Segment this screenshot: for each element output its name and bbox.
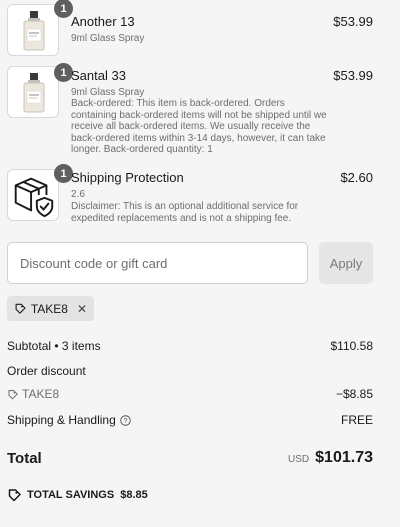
apply-button[interactable]: Apply	[319, 242, 373, 284]
item-name: Another 13	[71, 14, 135, 29]
savings-value: $8.85	[120, 489, 148, 501]
perfume-bottle-image	[23, 73, 45, 113]
perfume-bottle-image	[23, 11, 45, 51]
discount-code-label: TAKE8	[30, 301, 68, 316]
tag-icon	[15, 303, 26, 314]
total-value: $101.73	[315, 449, 373, 466]
currency-code: USD	[288, 454, 310, 465]
remove-discount-icon[interactable]: ✕	[77, 302, 87, 316]
item-variant: 9ml Glass Spray	[71, 87, 145, 98]
product-thumbnail	[7, 4, 59, 56]
tag-icon	[8, 389, 18, 399]
savings-label: TOTAL SAVINGS	[27, 489, 115, 501]
item-name: Santal 33	[71, 68, 126, 83]
shipping-row: Shipping & Handling ? FREE	[7, 413, 373, 427]
item-name: Shipping Protection	[71, 170, 184, 185]
shipping-value: FREE	[340, 413, 373, 427]
line-item: 1 Santal 33 9ml Glass Spray Back-ordered…	[7, 63, 373, 161]
backorder-note: Back-ordered: This item is back-ordered.…	[71, 98, 327, 155]
discount-code-name: TAKE8	[22, 387, 60, 401]
disclaimer-note: Disclaimer: This is an optional addition…	[71, 201, 299, 224]
tag-icon	[8, 489, 21, 502]
item-variant: 9ml Glass Spray	[71, 33, 145, 44]
product-thumbnail	[7, 66, 59, 118]
svg-text:?: ?	[123, 417, 127, 424]
help-icon[interactable]: ?	[120, 414, 131, 426]
total-label: Total	[7, 450, 42, 467]
discount-code-tag: TAKE8	[7, 387, 59, 401]
item-variant: 2.6	[71, 189, 85, 200]
order-discount-row: Order discount	[7, 364, 373, 378]
line-item: 1 Another 13 9ml Glass Spray $53.99	[7, 0, 373, 58]
discount-code-input[interactable]	[7, 242, 308, 284]
subtotal-row: Subtotal • 3 items $110.58	[7, 339, 373, 353]
line-item: 1 Shipping Protection 2.6 Disclaimer: Th…	[7, 164, 373, 231]
total-amount-group: USD $101.73	[288, 449, 373, 467]
shipping-label-group: Shipping & Handling ?	[7, 413, 131, 427]
subtotal-label: Subtotal • 3 items	[7, 339, 101, 353]
shipping-label: Shipping & Handling	[7, 413, 116, 427]
total-savings: TOTAL SAVINGS $8.85	[7, 488, 148, 502]
item-price: $53.99	[333, 68, 373, 83]
item-price: $2.60	[340, 170, 373, 185]
product-thumbnail	[7, 169, 59, 221]
item-price: $53.99	[333, 14, 373, 29]
subtotal-value: $110.58	[330, 339, 374, 353]
package-shield-icon	[14, 177, 54, 218]
applied-discount-chip: TAKE8 ✕	[7, 296, 94, 321]
order-discount-label: Order discount	[7, 364, 86, 378]
discount-value: −$8.85	[335, 387, 373, 401]
discount-detail-row: TAKE8 −$8.85	[7, 387, 373, 403]
